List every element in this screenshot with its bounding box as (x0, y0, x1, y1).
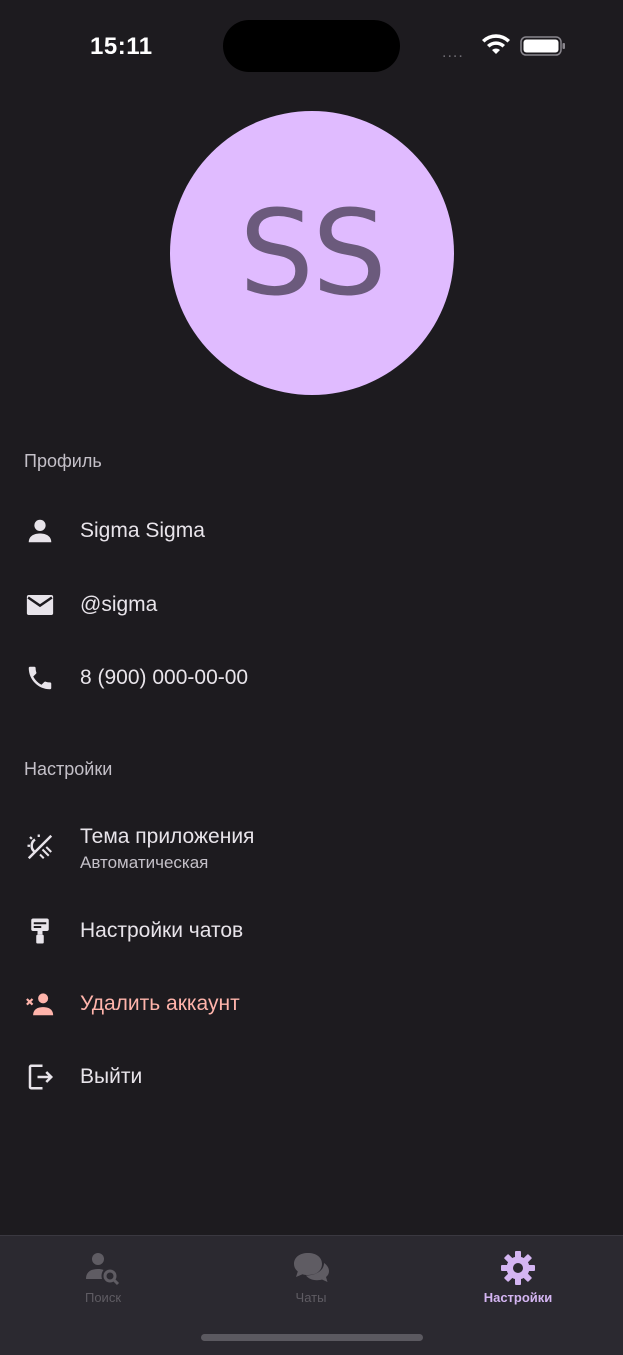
logout-label: Выйти (80, 1065, 143, 1088)
nav-label-settings: Настройки (483, 1290, 553, 1305)
profile-name-row[interactable]: Sigma Sigma (0, 499, 623, 563)
status-bar: 15:11 .... (0, 0, 623, 95)
settings-section-header: Настройки (24, 759, 113, 779)
profile-username-row[interactable]: @sigma (0, 573, 623, 637)
battery-icon (520, 36, 565, 56)
home-indicator[interactable] (201, 1334, 423, 1341)
mail-icon (24, 589, 56, 621)
profile-username: @sigma (80, 593, 158, 616)
nav-item-settings[interactable]: Настройки (438, 1250, 598, 1305)
status-time: 15:11 (90, 33, 153, 60)
profile-section-header: Профиль (24, 451, 102, 471)
person-icon (24, 515, 56, 547)
nav-item-chats[interactable]: Чаты (231, 1250, 391, 1305)
dynamic-island (223, 20, 400, 72)
signal-icon: .... (442, 44, 464, 61)
theme-label: Тема приложения (80, 825, 255, 848)
profile-name: Sigma Sigma (80, 519, 205, 542)
nav-item-search[interactable]: Поиск (23, 1250, 183, 1305)
theme-auto-icon (24, 831, 56, 863)
paint-roller-icon (24, 915, 56, 947)
gear-icon (501, 1251, 535, 1285)
theme-row[interactable]: Тема приложения Автоматическая (0, 815, 623, 879)
chat-settings-row[interactable]: Настройки чатов (0, 899, 623, 963)
delete-account-label: Удалить аккаунт (80, 992, 240, 1015)
profile-phone: 8 (900) 000-00-00 (80, 666, 249, 689)
nav-label-search: Поиск (84, 1290, 122, 1305)
wifi-icon (482, 34, 510, 54)
phone-icon (24, 662, 56, 694)
theme-value: Автоматическая (80, 853, 209, 872)
person-search-icon (86, 1253, 120, 1286)
avatar[interactable]: SS (170, 111, 454, 395)
settings-screen: 15:11 .... SS Профиль Sigma Sigma @sigma (0, 0, 623, 1355)
logout-row[interactable]: Выйти (0, 1045, 623, 1109)
nav-label-chats: Чаты (295, 1290, 327, 1305)
chat-settings-label: Настройки чатов (80, 919, 244, 942)
chat-bubbles-icon (294, 1253, 329, 1282)
delete-account-row[interactable]: Удалить аккаунт (0, 972, 623, 1036)
profile-phone-row[interactable]: 8 (900) 000-00-00 (0, 646, 623, 710)
person-remove-icon (24, 988, 56, 1020)
avatar-initials: SS (239, 184, 387, 322)
logout-icon (24, 1061, 56, 1093)
